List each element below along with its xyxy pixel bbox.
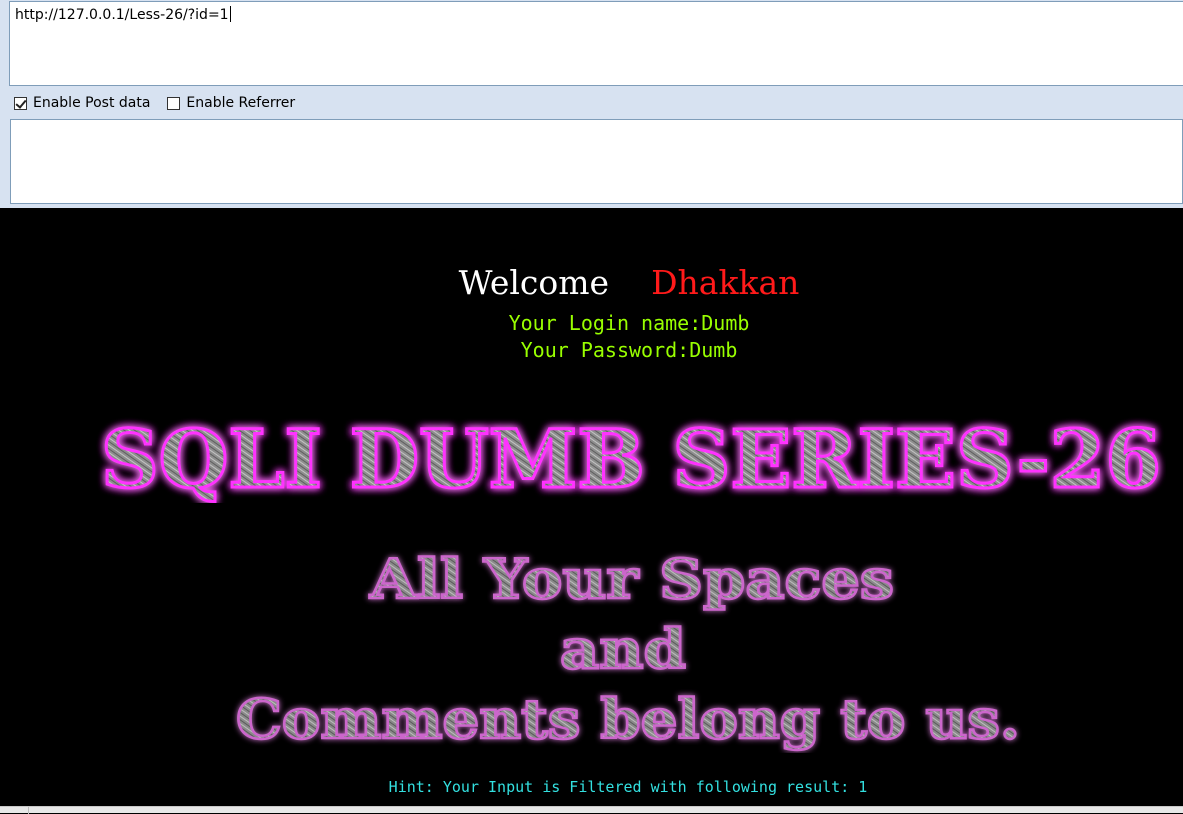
series-title-text: SQLI DUMB SERIES-26	[101, 413, 1161, 503]
page-content: Welcome Dhakkan Your Login name:Dumb You…	[0, 208, 1183, 806]
filter-hint: Hint: Your Input is Filtered with follow…	[388, 778, 868, 796]
url-input[interactable]: http://127.0.0.1/Less-26/?id=1	[9, 1, 1183, 86]
bottom-status-strip	[0, 806, 1183, 814]
enable-post-data-toggle[interactable]: Enable Post data	[14, 95, 150, 111]
enable-post-data-checkbox[interactable]	[14, 96, 27, 110]
tagline-line-3: Comments belong to us.	[236, 687, 1020, 751]
welcome-name: Dhakkan	[651, 263, 800, 302]
tagline-line-1: All Your Spaces	[369, 547, 894, 611]
login-name-line: Your Login name:Dumb	[508, 311, 750, 335]
options-row: Enable Post data Enable Referrer	[14, 92, 295, 114]
welcome-heading: Welcome Dhakkan	[0, 263, 1183, 303]
tagline-banner: All Your Spaces and Comments belong to u…	[235, 546, 1022, 753]
welcome-word: Welcome	[458, 263, 610, 302]
enable-post-data-label: Enable Post data	[33, 95, 151, 111]
enable-referrer-checkbox[interactable]	[167, 96, 181, 110]
enable-referrer-toggle[interactable]: Enable Referrer	[167, 95, 295, 111]
post-data-input[interactable]	[10, 119, 1183, 204]
url-text: http://127.0.0.1/Less-26/?id=1	[15, 7, 229, 23]
hackbar-panel: http://127.0.0.1/Less-26/?id=1 Enable Po…	[0, 0, 1183, 208]
password-line: Your Password:Dumb	[520, 338, 738, 362]
enable-referrer-label: Enable Referrer	[186, 95, 296, 111]
series-title-banner: SQLI DUMB SERIES-26	[100, 413, 1163, 503]
text-caret	[229, 6, 231, 22]
tagline-line-2: and	[560, 617, 686, 681]
